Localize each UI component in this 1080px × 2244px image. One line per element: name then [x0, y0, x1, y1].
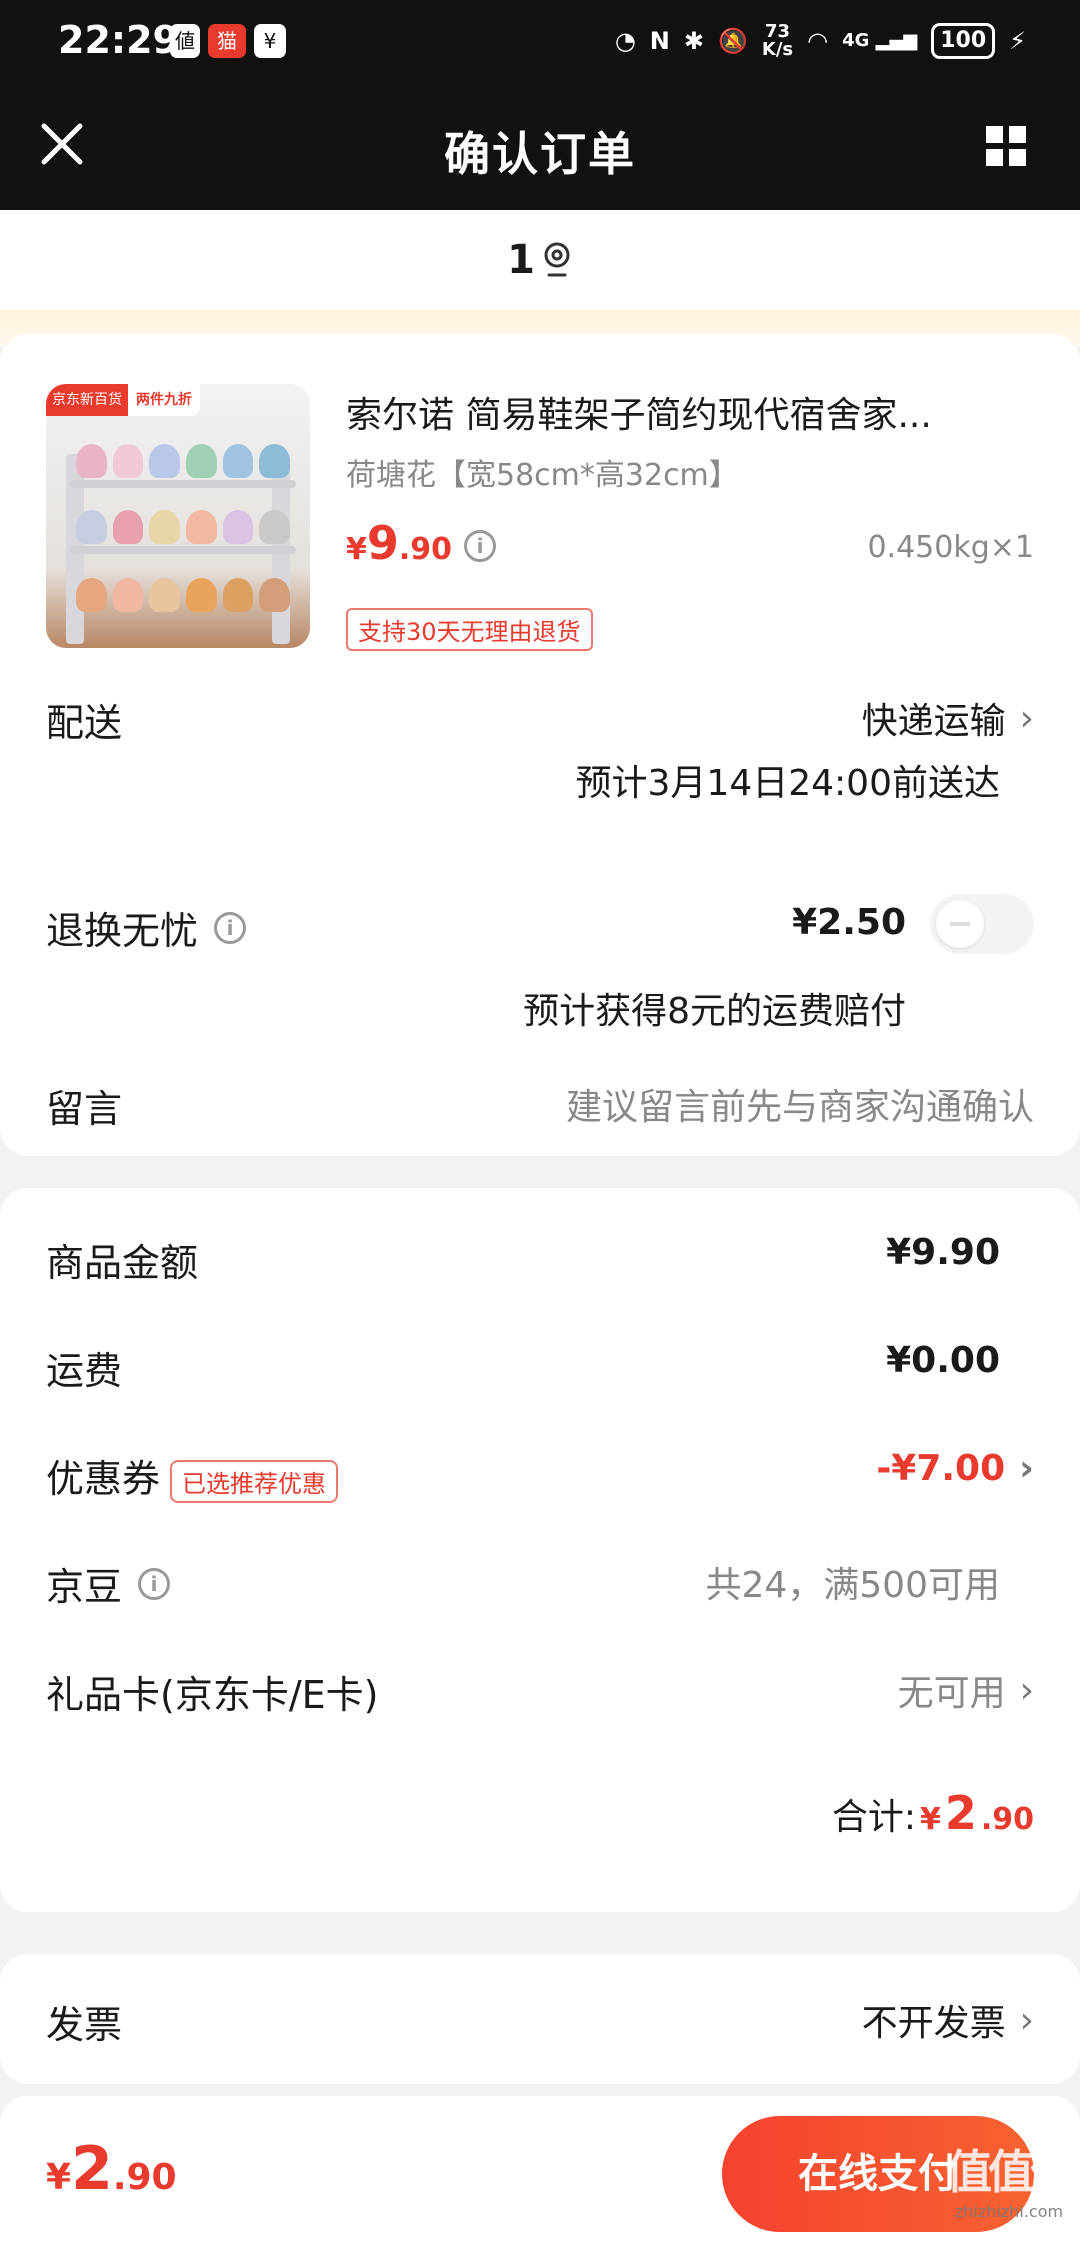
invoice-card: 发票 不开发票 ›	[0, 1954, 1080, 2084]
coupon-row-label: 优惠券 已选推荐优惠	[46, 1448, 339, 1503]
product-price-symbol: ¥	[346, 532, 367, 567]
giftcard-value: 无可用	[897, 1673, 1006, 1714]
product-price-decimal: .90	[398, 532, 453, 567]
location-pin-icon	[544, 242, 570, 277]
checkout-total-symbol: ¥	[46, 2157, 72, 2198]
message-label: 留言	[46, 1087, 123, 1131]
network-speed-unit: K/s	[761, 39, 794, 60]
app-header: 确认订单	[0, 82, 1080, 210]
goods-amount-label: 商品金额	[46, 1241, 199, 1285]
product-weight-qty: 0.450kg×1	[867, 530, 1034, 565]
price-info-icon[interactable]: i	[464, 530, 496, 562]
product-image-tag-promo: 两件九折	[128, 384, 200, 416]
summary-total: 合计: ¥2.90	[832, 1786, 1034, 1840]
network-speed: 73 K/s	[762, 23, 793, 59]
network-type: 4G	[842, 30, 870, 51]
status-icons: ◔ N ✱ 🔕 73 K/s ◠ 4G ▂▄▆ 100 ⚡	[615, 18, 1026, 64]
return-insurance-info-icon[interactable]: i	[214, 911, 247, 944]
chevron-right-icon: ›	[1019, 1448, 1034, 1489]
return-insurance-note-text: 预计获得8元的运费赔付	[523, 991, 906, 1032]
jingdou-label: 京豆	[46, 1565, 123, 1609]
page-title: 确认订单	[444, 127, 636, 181]
product-spec: 荷塘花【宽58cm*高32cm】	[346, 458, 739, 493]
chevron-right-icon: ›	[1019, 1999, 1034, 2041]
toggle-knob	[936, 900, 984, 948]
goods-amount-value: ¥9.90	[886, 1232, 1000, 1273]
message-input[interactable]: 建议留言前先与商家沟通确认	[566, 1078, 1034, 1130]
delivery-label: 配送	[46, 701, 123, 745]
return-insurance-label: 退换无忧	[46, 909, 199, 953]
address-selector[interactable]: 1	[0, 210, 1080, 310]
tmall-app-icon: 猫	[208, 24, 246, 58]
checkout-total: ¥2.90	[46, 2134, 177, 2204]
shipping-value: ¥0.00	[886, 1340, 1000, 1381]
return-insurance-toggle[interactable]	[930, 894, 1034, 954]
cellular-indicator: 4G ▂▄▆	[842, 30, 918, 51]
total-label: 合计:	[831, 1797, 916, 1838]
status-time: 22:29	[58, 18, 179, 62]
mute-bell-icon: 🔕	[718, 27, 748, 55]
product-price: ¥9.90	[346, 516, 452, 570]
address-text: 1	[507, 237, 535, 283]
return-insurance-price: ¥2.50	[792, 902, 906, 943]
wallet-app-icon: ¥	[254, 24, 286, 58]
nfc-icon: N	[649, 27, 670, 55]
price-summary-card: 商品金额 ¥9.90 运费 ¥0.00 优惠券 已选推荐优惠 -¥7.00 › 京…	[0, 1188, 1080, 1912]
return-policy-badge: 支持30天无理由退货	[346, 608, 593, 651]
jingdou-value: 共24，满500可用	[705, 1565, 1000, 1606]
chevron-right-icon: ›	[1019, 697, 1034, 739]
shoe-row	[76, 510, 291, 544]
coupon-badge: 已选推荐优惠	[170, 1460, 339, 1503]
shoe-row	[76, 578, 291, 612]
jingdou-info-icon[interactable]: i	[138, 1567, 171, 1600]
total-integer: 2	[944, 1786, 977, 1840]
charging-icon: ⚡	[1009, 27, 1026, 55]
product-image-tag: 京东新百货 两件九折	[46, 384, 200, 416]
checkout-total-integer: 2	[71, 2134, 113, 2204]
total-symbol: ¥	[919, 1802, 941, 1837]
product-image[interactable]: 京东新百货 两件九折	[46, 384, 310, 648]
product-title[interactable]: 索尔诺 简易鞋架子简约现代宿舍家...	[346, 386, 1036, 438]
shipping-label: 运费	[46, 1349, 123, 1393]
return-insurance-row: 退换无忧 i	[46, 900, 247, 955]
product-price-integer: 9	[366, 516, 399, 570]
wifi-icon: ◠	[807, 27, 829, 55]
order-item-card: 京东新百货 两件九折 索尔诺 简易鞋架子简约现代宿舍家... 荷塘花【宽58cm…	[0, 334, 1080, 1156]
coupon-value: -¥7.00	[876, 1448, 1006, 1489]
delivery-eta-text: 预计3月14日24:00前送达	[575, 763, 1000, 804]
shelf-bar	[70, 480, 296, 488]
shelf-bar	[70, 546, 296, 554]
speedometer-icon: ◔	[614, 27, 636, 55]
giftcard-label: 礼品卡(京东卡/E卡)	[46, 1673, 379, 1717]
message-placeholder: 建议留言前先与商家沟通确认	[565, 1087, 1034, 1128]
coupon-label: 优惠券	[46, 1457, 161, 1501]
coupon-selector[interactable]: -¥7.00 ›	[876, 1448, 1034, 1489]
battery-indicator: 100	[931, 23, 996, 59]
product-image-tag-brand: 京东新百货	[46, 384, 128, 416]
invoice-selector[interactable]: 不开发票 ›	[862, 1994, 1034, 2046]
jingdou-row-label: 京豆 i	[46, 1556, 171, 1611]
invoice-value: 不开发票	[861, 2003, 1006, 2044]
zhi-app-icon: 値	[170, 24, 200, 58]
delivery-method-selector[interactable]: 快递运输 ›	[862, 692, 1034, 744]
site-watermark: 值值值 zhizhizhi.com	[946, 2136, 1076, 2221]
watermark-url: zhizhizhi.com	[954, 2202, 1064, 2221]
bluetooth-icon: ✱	[683, 27, 704, 55]
checkout-total-decimal: .90	[112, 2157, 177, 2198]
chevron-right-icon: ›	[1019, 1669, 1034, 1711]
return-insurance-note: 预计获得8元的运费赔付	[523, 982, 906, 1034]
delivery-eta: 预计3月14日24:00前送达	[576, 754, 1000, 806]
status-bar: 22:29 値 猫 ¥ ◔ N ✱ 🔕 73 K/s ◠ 4G ▂▄▆ 100 …	[0, 0, 1080, 82]
invoice-label: 发票	[46, 2003, 123, 2047]
delivery-method: 快递运输	[861, 701, 1006, 742]
giftcard-selector[interactable]: 无可用 ›	[898, 1664, 1034, 1716]
watermark-logo: 值值值	[946, 2145, 1076, 2199]
shoe-row	[76, 444, 291, 478]
total-decimal: .90	[980, 1802, 1034, 1837]
grid-menu-icon[interactable]	[984, 124, 1028, 168]
checkout-bar: ¥2.90 在线支付	[0, 2096, 1080, 2244]
